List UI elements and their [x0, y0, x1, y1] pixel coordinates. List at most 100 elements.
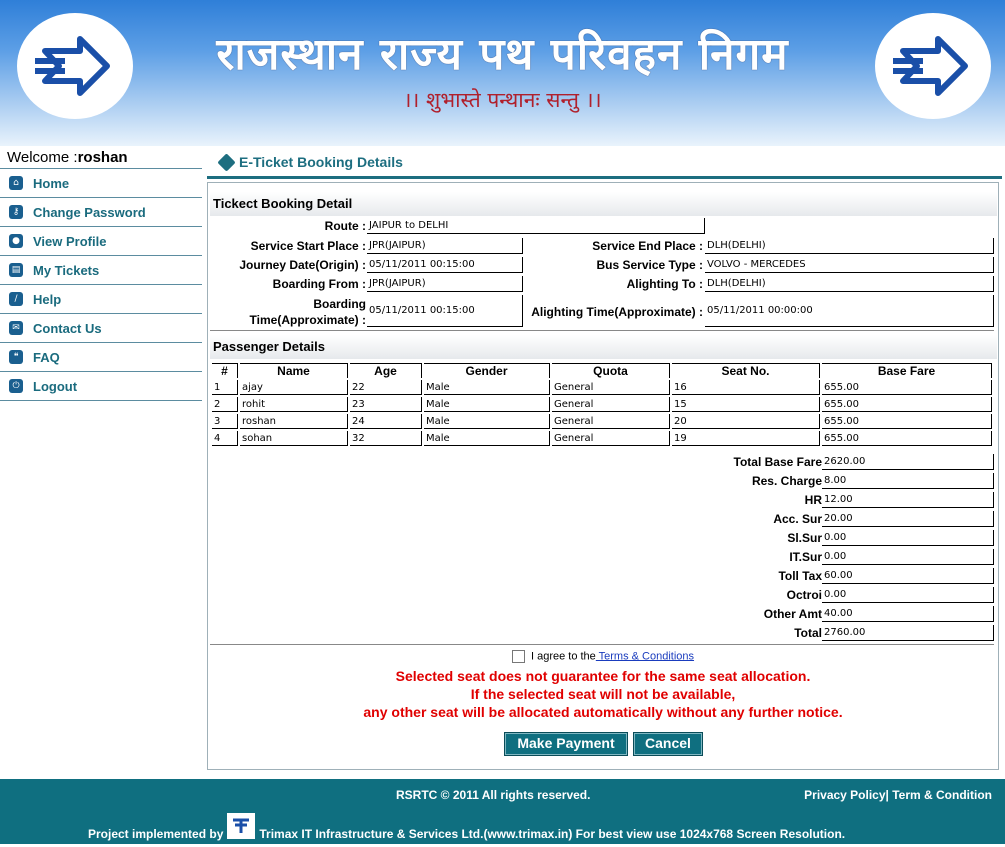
nav-logout[interactable]: ⏻ Logout	[0, 372, 202, 401]
ticket-icon: ▤	[9, 263, 23, 277]
fare-row: Res. Charge 8.00	[210, 472, 994, 490]
sidebar: Welcome :roshan ⌂ Home ⚷ Change Password ●…	[0, 148, 202, 401]
fare-value: 8.00	[822, 473, 994, 489]
fare-value: 0.00	[822, 530, 994, 546]
home-icon: ⌂	[9, 176, 23, 190]
boarding-time-value: 05/11/2011 00:15:00	[367, 295, 523, 327]
alighting-time-label: Alighting Time(Approximate) :	[531, 305, 703, 319]
fare-label: Acc. Sur	[773, 512, 822, 526]
terms-agreement: I agree to the Terms & Conditions	[208, 650, 998, 663]
footer-copyright: RSRTC © 2011 All rights reserved.	[396, 788, 591, 802]
terms-link[interactable]: Terms & Conditions	[596, 650, 694, 662]
fare-row: Toll Tax 60.00	[210, 567, 994, 585]
col-header: Quota	[552, 363, 670, 378]
journey-date-label: Journey Date(Origin) :	[239, 258, 366, 272]
banner-motto: ।। शुभास्ते पन्थानः सन्तु ।।	[403, 88, 602, 112]
welcome-text: Welcome :roshan	[0, 148, 202, 169]
footer-links: Privacy Policy| Term & Condition	[804, 788, 992, 802]
help-icon: /	[9, 292, 23, 306]
nav-my-tickets[interactable]: ▤ My Tickets	[0, 256, 202, 285]
cancel-button[interactable]: Cancel	[633, 732, 703, 756]
fare-value: 12.00	[822, 492, 994, 508]
alighting-time-value: 05/11/2011 00:00:00	[705, 295, 994, 327]
banner-title: राजस्थान राज्य पथ परिवहन निगम	[216, 29, 789, 80]
page-heading-bar: E-Ticket Booking Details	[207, 148, 1002, 179]
privacy-policy-link[interactable]: Privacy Policy	[804, 788, 885, 802]
nav-change-password[interactable]: ⚷ Change Password	[0, 198, 202, 227]
fare-row: Total Base Fare 2620.00	[210, 453, 994, 471]
fare-row: IT.Sur 0.00	[210, 548, 994, 566]
diamond-icon	[217, 152, 236, 172]
fare-row-total: Total 2760.00	[210, 624, 994, 642]
warning-line: If the selected seat will not be availab…	[470, 686, 736, 702]
nav-faq[interactable]: ❝ FAQ	[0, 343, 202, 372]
divider	[210, 644, 994, 645]
alighting-to-label: Alighting To :	[626, 277, 703, 291]
trimax-logo	[227, 813, 256, 839]
nav-view-profile[interactable]: ● View Profile	[0, 227, 202, 256]
nav-help[interactable]: / Help	[0, 285, 202, 314]
boarding-from-value: JPR(JAIPUR)	[367, 276, 523, 292]
boarding-time-label: Boarding Time(Approximate) :	[249, 297, 366, 327]
service-end-value: DLH(DELHI)	[705, 238, 994, 254]
fare-label: Toll Tax	[778, 569, 822, 583]
header-banner: राजस्थान राज्य पथ परिवहन निगम ।। शुभास्त…	[0, 0, 1005, 146]
power-icon: ⏻	[9, 379, 23, 393]
fare-label: Sl.Sur	[787, 531, 822, 545]
make-payment-button[interactable]: Make Payment	[504, 732, 628, 756]
col-header: #	[212, 363, 238, 378]
booking-section-title: Tickect Booking Detail	[210, 192, 997, 216]
fare-label: HR	[804, 493, 822, 507]
fare-value: 0.00	[822, 549, 994, 565]
terms-condition-link[interactable]: Term & Condition	[889, 788, 992, 802]
username: roshan	[77, 149, 128, 166]
rsrtc-logo	[17, 13, 133, 119]
key-icon: ⚷	[9, 205, 23, 219]
table-row: 2 rohit 23 Male General 15 655.00	[212, 397, 992, 412]
table-row: 3 roshan 24 Male General 20 655.00	[212, 414, 992, 429]
fare-row: Other Amt 40.00	[210, 605, 994, 623]
passenger-section-title: Passenger Details	[210, 335, 997, 359]
user-icon: ●	[9, 234, 23, 248]
fare-value: 2760.00	[822, 625, 994, 641]
col-header: Seat No.	[672, 363, 820, 378]
fare-value: 40.00	[822, 606, 994, 622]
fare-value: 60.00	[822, 568, 994, 584]
table-header-row: # Name Age Gender Quota Seat No. Base Fa…	[212, 363, 992, 378]
alighting-to-value: DLH(DELHI)	[705, 276, 994, 292]
journey-date-value: 05/11/2011 00:15:00	[367, 257, 523, 273]
passenger-table: # Name Age Gender Quota Seat No. Base Fa…	[210, 361, 994, 448]
service-start-label: Service Start Place :	[250, 239, 366, 253]
divider	[210, 330, 994, 331]
table-row: 1 ajay 22 Male General 16 655.00	[212, 380, 992, 395]
footer-credits: Project implemented by Trimax IT Infrast…	[88, 813, 845, 847]
fare-row: Octroi 0.00	[210, 586, 994, 604]
col-header: Base Fare	[822, 363, 992, 378]
fare-value: 2620.00	[822, 454, 994, 470]
col-header: Name	[240, 363, 348, 378]
bus-type-label: Bus Service Type :	[596, 258, 704, 272]
table-row: 4 sohan 32 Male General 19 655.00	[212, 431, 992, 446]
page-title: E-Ticket Booking Details	[239, 154, 403, 170]
fare-row: HR 12.00	[210, 491, 994, 509]
boarding-from-label: Boarding From :	[272, 277, 366, 291]
booking-panel: Tickect Booking Detail Route : JAIPUR to…	[207, 182, 999, 770]
fare-value: 20.00	[822, 511, 994, 527]
fare-value: 0.00	[822, 587, 994, 603]
col-header: Gender	[424, 363, 550, 378]
fare-label: Res. Charge	[751, 474, 822, 488]
terms-checkbox[interactable]	[511, 650, 525, 663]
footer: RSRTC © 2011 All rights reserved. Privac…	[0, 779, 1005, 844]
nav-contact-us[interactable]: ✉ Contact Us	[0, 314, 202, 343]
fare-label: Total Base Fare	[733, 455, 822, 469]
service-start-value: JPR(JAIPUR)	[367, 238, 523, 254]
fare-label: Octroi	[786, 588, 822, 602]
fare-label: IT.Sur	[789, 550, 822, 564]
service-end-label: Service End Place :	[592, 239, 703, 253]
warning-line: Selected seat does not guarantee for the…	[395, 668, 811, 684]
mail-icon: ✉	[9, 321, 23, 335]
route-value: JAIPUR to DELHI	[367, 218, 705, 234]
nav-home[interactable]: ⌂ Home	[0, 169, 202, 198]
route-label: Route :	[324, 219, 366, 233]
fare-row: Acc. Sur 20.00	[210, 510, 994, 528]
